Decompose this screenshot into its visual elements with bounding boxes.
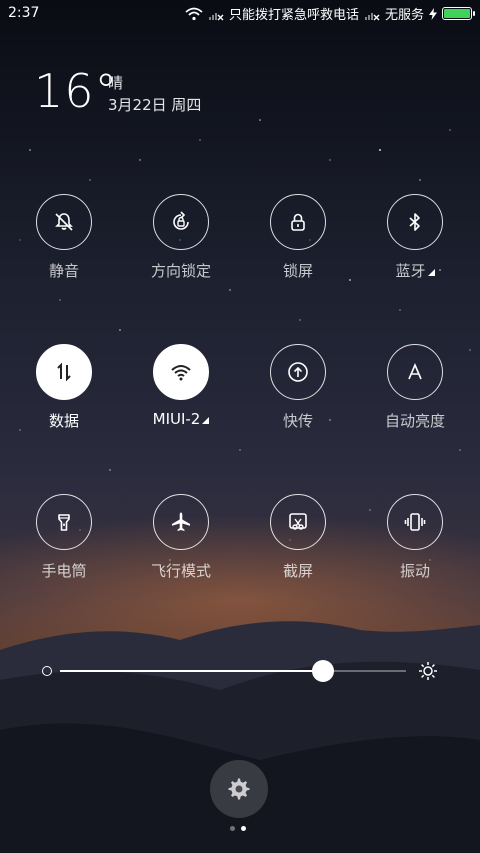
brightness-low-icon [42, 666, 52, 676]
toggle-label: 飞行模式 [123, 560, 239, 581]
toggle-bell-off[interactable]: 静音 [6, 194, 122, 281]
charging-icon [429, 7, 437, 20]
wifi-icon [171, 365, 191, 381]
brightness-fill [60, 670, 323, 672]
toggle-button[interactable] [36, 344, 92, 400]
carrier-status-1: 只能拨打紧急呼救电话 [228, 8, 359, 23]
flashlight-icon [58, 514, 70, 531]
lock-icon [291, 213, 305, 231]
expand-corner-icon [202, 417, 210, 424]
toggle-label-text: 手电筒 [41, 562, 87, 580]
toggle-button[interactable] [36, 194, 92, 250]
no-signal-icon-2 [364, 12, 380, 20]
airplane-icon [172, 512, 190, 531]
screenshot-icon [289, 513, 307, 530]
toggle-label: 方向锁定 [123, 260, 239, 281]
toggle-label: 快传 [240, 410, 356, 431]
toggle-label-text: 蓝牙 [395, 262, 426, 280]
toggle-label: 自动亮度 [357, 410, 473, 431]
toggle-label: 静音 [6, 260, 122, 281]
toggle-label: 数据 [6, 410, 122, 431]
temperature: 16° [34, 64, 119, 118]
toggle-airplane[interactable]: 飞行模式 [123, 494, 239, 581]
toggle-button[interactable] [270, 344, 326, 400]
toggle-button[interactable] [387, 344, 443, 400]
weather-date: 3月22日 周四 [108, 96, 202, 114]
toggle-screenshot[interactable]: 截屏 [240, 494, 356, 581]
toggle-button[interactable] [270, 194, 326, 250]
toggle-upload[interactable]: 快传 [240, 344, 356, 431]
rotation-lock-icon [173, 211, 189, 230]
toggle-vibrate[interactable]: 振动 [357, 494, 473, 581]
toggle-auto-brightness[interactable]: 自动亮度 [357, 344, 473, 431]
toggle-label: 手电筒 [6, 560, 122, 581]
page-indicator [230, 826, 246, 831]
toggle-label-text: 飞行模式 [150, 562, 211, 580]
toggle-rotation-lock[interactable]: 方向锁定 [123, 194, 239, 281]
battery-icon [442, 7, 475, 20]
toggle-label-text: MIUI-2 [152, 410, 201, 428]
toggle-button[interactable] [387, 194, 443, 250]
page-dot-active [241, 826, 246, 831]
toggle-label-text: 振动 [399, 562, 430, 580]
data-arrows-icon [57, 362, 71, 382]
page-dot [230, 826, 235, 831]
toggle-label: 蓝牙 [357, 260, 473, 281]
toggle-label: 锁屏 [240, 260, 356, 281]
vibrate-icon [404, 513, 426, 531]
toggle-label-text: 截屏 [282, 562, 313, 580]
toggle-flashlight[interactable]: 手电筒 [6, 494, 122, 581]
toggle-data-arrows[interactable]: 数据 [6, 344, 122, 431]
brightness-slider[interactable] [40, 658, 440, 684]
gear-icon [228, 778, 250, 800]
toggle-button[interactable] [387, 494, 443, 550]
toggle-button[interactable] [153, 494, 209, 550]
status-bar: 2:37 只能拨打紧急呼救电话 无服务 [0, 0, 480, 28]
settings-button[interactable] [210, 760, 268, 818]
bluetooth-icon [409, 213, 420, 231]
toggle-label: MIUI-2 [123, 410, 239, 428]
toggle-button[interactable] [36, 494, 92, 550]
auto-brightness-icon [408, 362, 422, 380]
toggle-button[interactable] [270, 494, 326, 550]
bell-off-icon [55, 213, 73, 231]
toggle-label-text: 快传 [282, 412, 313, 430]
toggle-label-text: 数据 [48, 412, 79, 430]
toggle-label: 截屏 [240, 560, 356, 581]
toggle-label-text: 静音 [48, 262, 79, 280]
no-signal-icon [208, 12, 224, 20]
wifi-status-icon [185, 7, 203, 20]
brightness-high-icon [419, 662, 437, 680]
carrier-status-2: 无服务 [384, 8, 424, 23]
toggle-label-text: 自动亮度 [384, 412, 445, 430]
toggle-label: 振动 [357, 560, 473, 581]
toggle-label-text: 方向锁定 [150, 262, 211, 280]
upload-icon [288, 362, 308, 382]
weather-condition: 晴 [108, 74, 124, 92]
toggle-lock[interactable]: 锁屏 [240, 194, 356, 281]
toggle-button[interactable] [153, 344, 209, 400]
toggle-wifi[interactable]: MIUI-2 [123, 344, 239, 428]
expand-corner-icon [427, 269, 435, 276]
toggle-label-text: 锁屏 [282, 262, 313, 280]
clock: 2:37 [8, 5, 40, 21]
toggle-bluetooth[interactable]: 蓝牙 [357, 194, 473, 281]
brightness-knob[interactable] [311, 660, 334, 682]
toggle-button[interactable] [153, 194, 209, 250]
